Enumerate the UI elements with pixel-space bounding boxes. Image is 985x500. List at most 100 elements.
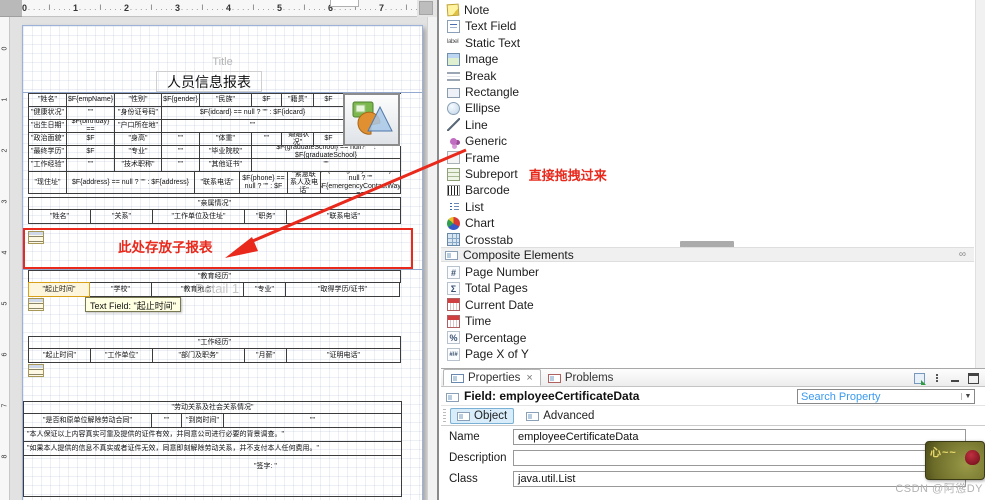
report-cell[interactable]: "身高" bbox=[115, 133, 162, 146]
drawer-pin-icon[interactable]: ∞ bbox=[959, 249, 966, 260]
palette-item-chart[interactable]: Chart bbox=[447, 215, 494, 231]
report-title-textfield[interactable]: 人员信息报表 bbox=[156, 71, 262, 92]
palette-item-ellipse[interactable]: Ellipse bbox=[447, 100, 500, 116]
palette-item-percentage[interactable]: %Percentage bbox=[447, 330, 526, 346]
tab-properties[interactable]: Properties × bbox=[443, 369, 541, 386]
report-cell[interactable]: $F bbox=[67, 146, 115, 159]
minimize-icon[interactable] bbox=[950, 373, 961, 384]
report-cell[interactable]: "" bbox=[162, 146, 200, 159]
report-cell[interactable]: "姓名" bbox=[29, 210, 91, 224]
report-cell[interactable]: "部门及职务" bbox=[153, 349, 245, 363]
report-cell[interactable]: "是否和原单位解除劳动合同" bbox=[24, 414, 152, 428]
report-cell[interactable]: $F{phone} == null ? "" : $F bbox=[240, 172, 288, 194]
palette-item-break[interactable]: Break bbox=[447, 68, 496, 84]
report-cell[interactable]: "" bbox=[252, 159, 401, 172]
report-cell[interactable]: "工作单位及住址" bbox=[153, 210, 245, 224]
name-field[interactable]: employeeCertificateData bbox=[513, 429, 966, 445]
palette-item-total-pages[interactable]: ΣTotal Pages bbox=[447, 280, 528, 296]
report-cell[interactable]: $F bbox=[314, 94, 344, 107]
palette-item-image[interactable]: Image bbox=[447, 51, 498, 67]
palette-item-list[interactable]: List bbox=[447, 199, 484, 215]
report-cell[interactable]: "关系" bbox=[91, 210, 153, 224]
report-cell[interactable]: "联系电话" bbox=[195, 172, 240, 194]
subreport-element-icon[interactable] bbox=[28, 298, 44, 311]
palette-item-rectangle[interactable]: Rectangle bbox=[447, 84, 519, 100]
palette-item-generic[interactable]: Generic bbox=[447, 133, 507, 149]
report-cell[interactable]: "本人保证以上内容真实可靠及提供的证件有效，并同意公司进行必要的背景调查。" bbox=[24, 428, 402, 442]
report-cell[interactable]: "民族" bbox=[200, 94, 252, 107]
report-cell[interactable]: "到岗时间" bbox=[182, 414, 224, 428]
report-cell[interactable]: $F{address} == null ? "" : $F{address} bbox=[67, 172, 195, 194]
report-cell[interactable]: "姓名" bbox=[29, 94, 67, 107]
search-property-box[interactable]: Search Property ▼ bbox=[797, 389, 975, 404]
palette-item-note[interactable]: Note bbox=[447, 2, 489, 18]
report-cell[interactable]: "劳动关系及社会关系情况" bbox=[24, 402, 402, 414]
palette-item-page-x-of-y[interactable]: #/#Page X of Y bbox=[447, 346, 529, 362]
report-cell[interactable]: "起止时间" bbox=[29, 349, 91, 363]
report-cell[interactable]: "户口所在地" bbox=[115, 120, 162, 133]
palette-item-static-text[interactable]: Static Text bbox=[447, 35, 520, 51]
report-cell[interactable]: "" bbox=[152, 414, 182, 428]
report-cell[interactable]: "起止时间" bbox=[28, 282, 90, 297]
report-cell[interactable]: "婚姻状况" bbox=[282, 133, 314, 146]
report-cell[interactable]: $F{gender} bbox=[162, 94, 200, 107]
close-tab-icon[interactable]: × bbox=[526, 372, 532, 384]
report-cell[interactable]: "" bbox=[67, 159, 115, 172]
report-cell[interactable]: "" bbox=[67, 107, 115, 120]
chevron-down-icon[interactable]: ▼ bbox=[961, 393, 974, 400]
report-cell[interactable]: "最终学历" bbox=[29, 146, 67, 159]
composite-elements-drawer[interactable]: Composite Elements ∞ bbox=[441, 247, 974, 262]
image-placeholder[interactable] bbox=[343, 93, 400, 146]
report-cell[interactable]: "" bbox=[224, 414, 402, 428]
palette-item-subreport[interactable]: Subreport直接拖拽过来 bbox=[447, 166, 607, 182]
tab-advanced[interactable]: Advanced bbox=[520, 409, 600, 423]
report-cell[interactable]: $F{emergencyContact} == null ? "" $F{eme… bbox=[321, 172, 401, 194]
palette-item-current-date[interactable]: Current Date bbox=[447, 297, 534, 313]
description-field[interactable] bbox=[513, 450, 966, 466]
report-cell[interactable]: "现住址" bbox=[29, 172, 67, 194]
canvas-vertical-scrollbar[interactable] bbox=[427, 17, 437, 500]
report-cell[interactable]: $F{idcard} == null ? "" : $F{idcard} bbox=[162, 107, 344, 120]
report-cell[interactable]: "取得学历/证书" bbox=[286, 283, 400, 297]
report-cell[interactable]: "如果本人提供的信息不真实或者证件无效，同意即刻解除劳动关系，并不支付本人任何费… bbox=[24, 442, 402, 456]
search-property-input[interactable]: Search Property bbox=[798, 391, 961, 403]
report-cell[interactable]: "籍贯" bbox=[282, 94, 314, 107]
report-cell[interactable]: $F bbox=[67, 133, 115, 146]
report-cell[interactable]: "紧急联系人及电话" bbox=[288, 172, 321, 194]
report-cell[interactable]: "政治面貌" bbox=[29, 133, 67, 146]
report-page[interactable]: Title 人员信息报表 bbox=[22, 25, 423, 500]
palette-item-line[interactable]: Line bbox=[447, 117, 488, 133]
palette-item-text-field[interactable]: Text Field bbox=[447, 18, 516, 34]
subreport-element-icon[interactable] bbox=[28, 364, 44, 377]
report-cell[interactable]: "工作经验" bbox=[29, 159, 67, 172]
palette-item-time[interactable]: Time bbox=[447, 313, 491, 329]
tab-object[interactable]: Object bbox=[450, 408, 514, 424]
report-cell[interactable]: "专业" bbox=[115, 146, 162, 159]
report-cell[interactable]: "" bbox=[162, 133, 200, 146]
subreport-drop-area-highlight[interactable] bbox=[23, 228, 413, 269]
ruler-scroll-cap[interactable] bbox=[419, 1, 433, 15]
palette-item-crosstab[interactable]: Crosstab bbox=[447, 232, 513, 248]
report-cell[interactable]: "出生日期" bbox=[29, 120, 67, 133]
link-editor-icon[interactable] bbox=[914, 373, 925, 384]
palette-item-frame[interactable]: Frame bbox=[447, 150, 500, 166]
report-cell[interactable]: "" bbox=[162, 120, 344, 133]
report-cell[interactable]: "工作经历" bbox=[29, 337, 401, 349]
view-menu-icon[interactable] bbox=[932, 373, 943, 384]
report-cell[interactable]: "专业" bbox=[244, 283, 286, 297]
report-cell[interactable]: "" bbox=[162, 159, 200, 172]
maximize-icon[interactable] bbox=[968, 373, 979, 384]
toolbar-grip[interactable] bbox=[443, 409, 446, 423]
report-cell[interactable]: "联系电话" bbox=[287, 210, 401, 224]
report-cell[interactable]: "月薪" bbox=[245, 349, 287, 363]
report-cell[interactable]: "签字: " bbox=[24, 456, 402, 497]
report-cell[interactable]: $F bbox=[314, 133, 344, 146]
report-cell[interactable]: $F{empName} bbox=[67, 94, 115, 107]
report-cell[interactable]: $F{birthday} == bbox=[67, 120, 115, 133]
report-cell[interactable]: "其他证书" bbox=[200, 159, 252, 172]
report-cell[interactable]: "毕业院校" bbox=[200, 146, 252, 159]
design-canvas[interactable]: Title 人员信息报表 bbox=[10, 17, 429, 500]
report-cell[interactable]: "工作单位" bbox=[91, 349, 153, 363]
palette-vertical-scrollbar[interactable] bbox=[975, 0, 985, 368]
report-cell[interactable]: $F{graduateSchool} == null? "" : $F{grad… bbox=[252, 146, 401, 159]
